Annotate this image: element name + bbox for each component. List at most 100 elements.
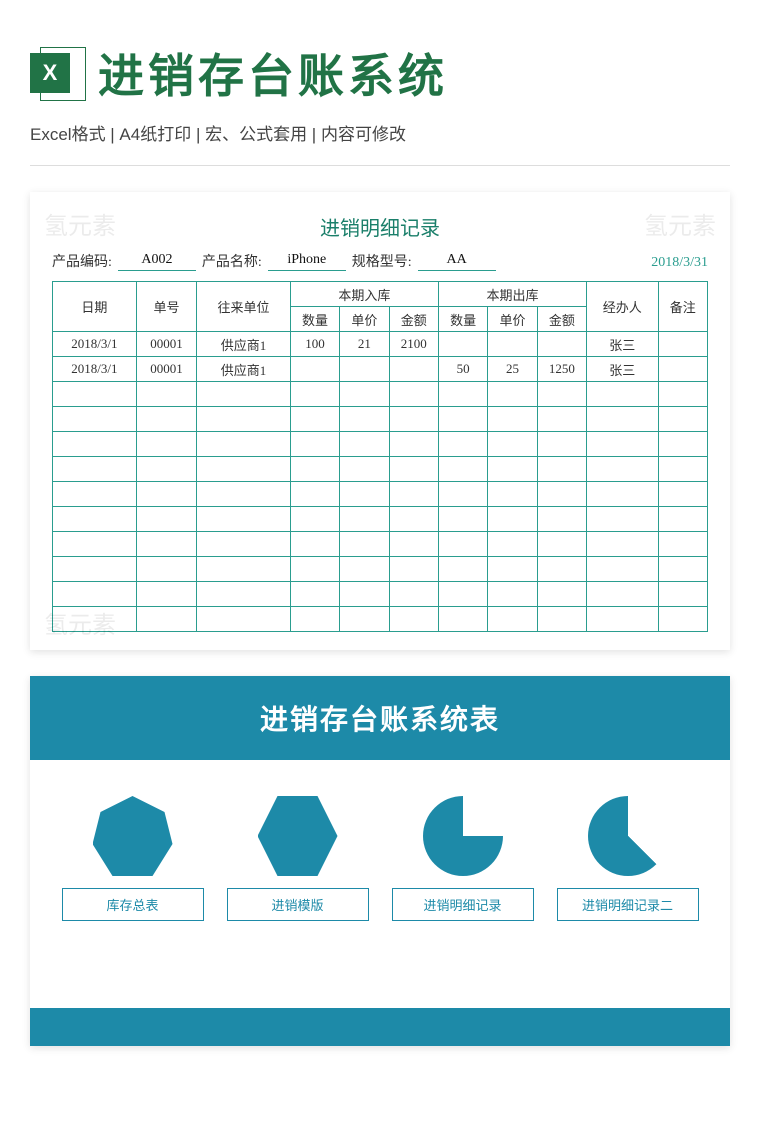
cell-partner bbox=[197, 507, 291, 532]
cell-out_price bbox=[488, 532, 537, 557]
cell-in_qty bbox=[290, 532, 339, 557]
cell-in_amt bbox=[389, 507, 438, 532]
table-row bbox=[53, 482, 708, 507]
cell-in_qty bbox=[290, 607, 339, 632]
cell-out_price bbox=[488, 607, 537, 632]
footer-band bbox=[30, 1008, 730, 1046]
cell-handler: 张三 bbox=[587, 357, 659, 382]
cell-in_price bbox=[340, 457, 389, 482]
cell-order bbox=[136, 507, 196, 532]
cell-remark bbox=[658, 607, 707, 632]
table-row bbox=[53, 432, 708, 457]
meta-name-label: 产品名称: bbox=[202, 251, 262, 271]
cell-out_qty bbox=[438, 382, 487, 407]
table-row bbox=[53, 557, 708, 582]
cell-remark bbox=[658, 482, 707, 507]
nav-button[interactable]: 进销模版 bbox=[227, 888, 369, 921]
cell-remark bbox=[658, 407, 707, 432]
cell-partner bbox=[197, 382, 291, 407]
cell-out_price bbox=[488, 457, 537, 482]
cell-order: 00001 bbox=[136, 357, 196, 382]
cell-out_qty bbox=[438, 532, 487, 557]
cell-handler bbox=[587, 582, 659, 607]
cell-order bbox=[136, 407, 196, 432]
cell-out_amt bbox=[537, 582, 586, 607]
cell-out_qty bbox=[438, 482, 487, 507]
cell-in_price bbox=[340, 482, 389, 507]
cell-in_price bbox=[340, 532, 389, 557]
cell-date bbox=[53, 582, 137, 607]
cell-order bbox=[136, 382, 196, 407]
cell-in_amt bbox=[389, 557, 438, 582]
cell-in_amt bbox=[389, 407, 438, 432]
nav-title: 进销存台账系统表 bbox=[30, 676, 730, 760]
nav-button[interactable]: 进销明细记录 bbox=[392, 888, 534, 921]
nav-button[interactable]: 进销明细记录二 bbox=[557, 888, 699, 921]
nav-button[interactable]: 库存总表 bbox=[62, 888, 204, 921]
col-in-group: 本期入库 bbox=[290, 282, 438, 307]
cell-in_price bbox=[340, 607, 389, 632]
cell-partner bbox=[197, 607, 291, 632]
cell-out_price bbox=[488, 557, 537, 582]
cell-order bbox=[136, 482, 196, 507]
col-remark: 备注 bbox=[658, 282, 707, 332]
cell-partner bbox=[197, 432, 291, 457]
cell-partner bbox=[197, 582, 291, 607]
cell-in_price bbox=[340, 582, 389, 607]
cell-handler bbox=[587, 482, 659, 507]
page-header: X 进销存台账系统 Excel格式 | A4纸打印 | 宏、公式套用 | 内容可… bbox=[0, 0, 760, 157]
meta-name-value: iPhone bbox=[268, 252, 346, 271]
cell-out_price bbox=[488, 507, 537, 532]
header-divider bbox=[30, 165, 730, 166]
cell-date bbox=[53, 432, 137, 457]
col-date: 日期 bbox=[53, 282, 137, 332]
cell-in_price bbox=[340, 557, 389, 582]
cell-out_amt bbox=[537, 432, 586, 457]
cell-out_qty bbox=[438, 557, 487, 582]
pie-icon bbox=[423, 796, 503, 876]
col-order: 单号 bbox=[136, 282, 196, 332]
cell-order: 00001 bbox=[136, 332, 196, 357]
cell-out_price bbox=[488, 332, 537, 357]
cell-handler bbox=[587, 607, 659, 632]
cell-in_price bbox=[340, 382, 389, 407]
cell-out_amt bbox=[537, 482, 586, 507]
cell-handler bbox=[587, 382, 659, 407]
cell-in_amt bbox=[389, 482, 438, 507]
col-in-qty: 数量 bbox=[290, 307, 339, 332]
cell-out_amt bbox=[537, 332, 586, 357]
cell-handler: 张三 bbox=[587, 332, 659, 357]
cell-out_price bbox=[488, 482, 537, 507]
nav-card: 进销存台账系统表 库存总表进销模版进销明细记录进销明细记录二 bbox=[30, 676, 730, 1046]
cell-out_price bbox=[488, 582, 537, 607]
cell-remark bbox=[658, 357, 707, 382]
cell-out_amt bbox=[537, 532, 586, 557]
cell-date: 2018/3/1 bbox=[53, 357, 137, 382]
page-title: 进销存台账系统 bbox=[98, 40, 448, 106]
cell-in_amt bbox=[389, 607, 438, 632]
cell-in_amt bbox=[389, 582, 438, 607]
cell-in_price bbox=[340, 407, 389, 432]
cell-partner bbox=[197, 557, 291, 582]
col-in-amount: 金额 bbox=[389, 307, 438, 332]
cell-date bbox=[53, 407, 137, 432]
meta-code-label: 产品编码: bbox=[52, 251, 112, 271]
cell-out_qty: 50 bbox=[438, 357, 487, 382]
sheet-meta: 产品编码: A002 产品名称: iPhone 规格型号: AA 2018/3/… bbox=[52, 251, 708, 271]
cell-out_amt bbox=[537, 607, 586, 632]
cell-out_amt bbox=[537, 382, 586, 407]
cell-order bbox=[136, 432, 196, 457]
cell-remark bbox=[658, 457, 707, 482]
cell-out_qty bbox=[438, 457, 487, 482]
ledger-table: 日期 单号 往来单位 本期入库 本期出库 经办人 备注 数量 单价 金额 数量 … bbox=[52, 281, 708, 632]
table-row bbox=[53, 607, 708, 632]
cell-partner: 供应商1 bbox=[197, 357, 291, 382]
cell-order bbox=[136, 532, 196, 557]
cell-order bbox=[136, 557, 196, 582]
meta-spec-value: AA bbox=[418, 252, 496, 271]
table-row bbox=[53, 407, 708, 432]
cell-partner: 供应商1 bbox=[197, 332, 291, 357]
cell-in_price: 21 bbox=[340, 332, 389, 357]
cell-out_amt: 1250 bbox=[537, 357, 586, 382]
meta-spec-label: 规格型号: bbox=[352, 251, 412, 271]
